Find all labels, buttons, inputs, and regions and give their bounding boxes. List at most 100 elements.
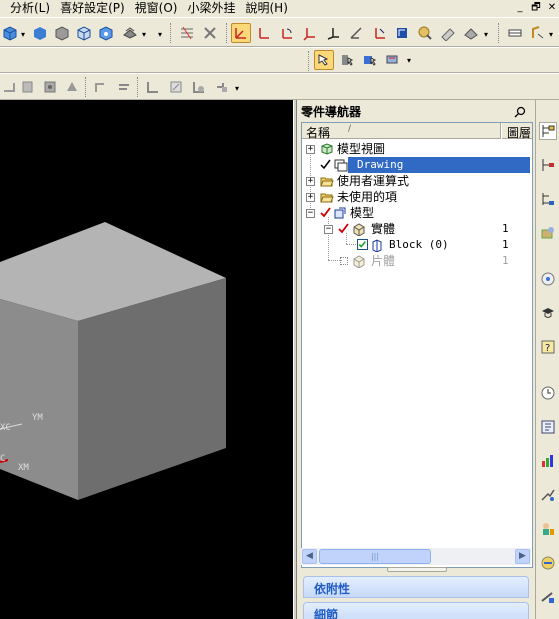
toolbar-grip[interactable] — [170, 23, 173, 43]
select-body-icon[interactable] — [337, 50, 357, 70]
empty-checkbox-icon[interactable] — [340, 257, 348, 265]
wcs-csys-icon[interactable] — [323, 23, 343, 43]
menu-preferences[interactable]: 喜好設定(P) — [55, 0, 130, 17]
column-divider[interactable] — [500, 123, 502, 139]
hole-icon[interactable] — [40, 77, 60, 97]
dependencies-section[interactable]: 依附性 — [303, 576, 529, 598]
shaded-icon[interactable] — [30, 23, 50, 43]
static-wireframe-icon[interactable] — [52, 23, 72, 43]
red-checkmark-icon[interactable] — [338, 223, 349, 234]
datum-axis-icon[interactable] — [189, 77, 209, 97]
chevron-down-icon[interactable]: ▾ — [549, 30, 553, 39]
boss-icon[interactable] — [62, 77, 82, 97]
checkmark-icon[interactable] — [320, 159, 331, 170]
point-icon[interactable] — [212, 77, 232, 97]
palette-icon[interactable] — [539, 452, 557, 470]
chevron-down-icon[interactable]: ▾ — [235, 84, 239, 93]
tree-row-block[interactable]: Block (0) 1 — [302, 237, 532, 253]
clip-section-icon[interactable] — [200, 23, 220, 43]
chevron-down-icon[interactable]: ▾ — [142, 30, 146, 39]
reuse-library-icon[interactable] — [539, 224, 557, 242]
assembly-navigator-icon[interactable] — [539, 156, 557, 174]
wcs-display-icon[interactable] — [346, 23, 366, 43]
tree-row-sheet-body[interactable]: 片體 1 — [302, 253, 532, 269]
toolbar-grip[interactable] — [226, 23, 229, 43]
edit-section-icon[interactable] — [177, 23, 197, 43]
part-navigator-tab-icon[interactable] — [539, 122, 557, 140]
chevron-down-icon[interactable]: ▾ — [21, 30, 25, 39]
datum-plane-icon[interactable] — [166, 77, 186, 97]
tree-row-model-views[interactable]: + 模型視圖 — [302, 141, 532, 157]
select-face-icon[interactable] — [360, 50, 380, 70]
column-layer-header[interactable]: 圖層 — [507, 124, 531, 141]
wcs-rotate-icon[interactable] — [277, 23, 297, 43]
scroll-left-button[interactable]: ◀ — [302, 549, 317, 564]
tree-row-solid-body[interactable]: − 實體 1 — [302, 221, 532, 237]
minimize-button[interactable]: _ — [513, 1, 527, 15]
toolbar-grip[interactable] — [308, 51, 311, 71]
wcs-dynamics-icon[interactable] — [231, 23, 251, 43]
section-view-icon[interactable] — [120, 23, 140, 43]
chevron-down-icon[interactable]: ▾ — [158, 30, 162, 39]
roles-icon[interactable] — [539, 520, 557, 538]
history-icon[interactable] — [539, 270, 557, 288]
layer-settings-icon[interactable] — [505, 23, 525, 43]
web-browser-icon[interactable] — [539, 418, 557, 436]
tree-row-unused-items[interactable]: + 未使用的項 — [302, 189, 532, 205]
expand-icon[interactable]: + — [306, 177, 315, 186]
scroll-right-button[interactable]: ▶ — [515, 549, 530, 564]
menu-analysis[interactable]: 分析(L) — [0, 0, 55, 17]
clock-icon[interactable] — [539, 384, 557, 402]
menu-window[interactable]: 視窗(O) — [130, 0, 183, 17]
tree-row-model[interactable]: − 模型 — [302, 205, 532, 221]
shaded-with-edges-icon[interactable] — [0, 23, 20, 43]
chamfer-icon[interactable] — [114, 77, 134, 97]
close-button[interactable]: ✕ — [545, 1, 559, 15]
hd3d-tools-icon[interactable] — [539, 588, 557, 606]
tree-row-user-expressions[interactable]: + 使用者運算式 — [302, 173, 532, 189]
wcs-origin-icon[interactable] — [254, 23, 274, 43]
pane-resize-handle[interactable] — [387, 567, 447, 572]
measure-body-icon[interactable] — [461, 23, 481, 43]
collapse-icon[interactable]: − — [324, 225, 333, 234]
collapse-icon[interactable]: − — [306, 209, 315, 218]
menu-plugin[interactable]: 小梁外挂 — [182, 0, 240, 17]
menu-help[interactable]: 說明(H) — [241, 0, 293, 17]
toolbar-grip[interactable] — [498, 23, 501, 43]
column-name-header[interactable]: 名稱 — [306, 124, 330, 141]
extrude-icon[interactable] — [0, 77, 20, 97]
training-icon[interactable] — [539, 304, 557, 322]
graphics-viewport[interactable]: YM XC C XM — [0, 100, 293, 619]
revolve-icon[interactable] — [18, 77, 38, 97]
restore-button[interactable]: 🗗 — [529, 1, 543, 15]
edge-blend-icon[interactable] — [91, 77, 111, 97]
red-checkmark-icon[interactable] — [320, 207, 331, 218]
system-scenes-icon[interactable] — [539, 554, 557, 572]
analysis-icon[interactable] — [415, 23, 435, 43]
tree-row-drawing[interactable]: Drawing — [302, 157, 532, 173]
wcs-xy-icon[interactable] — [392, 23, 412, 43]
wcs-save-icon[interactable] — [369, 23, 389, 43]
select-feature-icon[interactable] — [314, 50, 334, 70]
details-section[interactable]: 細節 — [303, 602, 529, 619]
measure-icon[interactable] — [438, 23, 458, 43]
process-studio-icon[interactable] — [539, 486, 557, 504]
scroll-thumb[interactable]: ||| — [319, 549, 431, 564]
toolbar-grip[interactable] — [85, 77, 88, 97]
expand-icon[interactable]: + — [306, 193, 315, 202]
sketch-icon[interactable] — [143, 77, 163, 97]
studio-icon[interactable] — [96, 23, 116, 43]
expand-icon[interactable]: + — [306, 145, 315, 154]
constraint-navigator-icon[interactable] — [539, 190, 557, 208]
select-edge-icon[interactable] — [383, 50, 403, 70]
hidden-edges-icon[interactable] — [74, 23, 94, 43]
wcs-orient-icon[interactable] — [300, 23, 320, 43]
chevron-down-icon[interactable]: ▾ — [484, 30, 488, 39]
pin-icon[interactable] — [513, 105, 527, 119]
horizontal-scrollbar[interactable]: ◀ ||| ▶ — [301, 548, 531, 565]
toolbar-grip[interactable] — [137, 77, 140, 97]
chevron-down-icon[interactable]: ▾ — [407, 56, 411, 65]
move-to-layer-icon[interactable] — [528, 23, 548, 43]
help-icon[interactable]: ? — [539, 338, 557, 356]
green-checkbox-icon[interactable] — [357, 239, 368, 250]
